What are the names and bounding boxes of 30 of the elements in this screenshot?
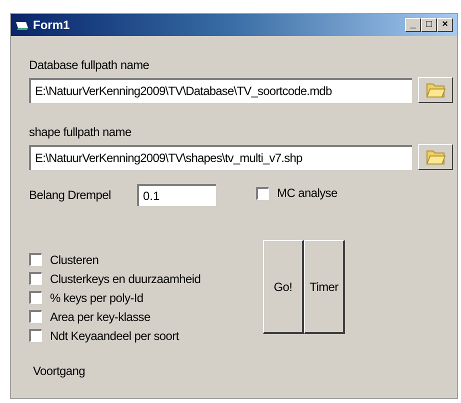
checkbox-label: Area per key-klasse bbox=[50, 310, 150, 322]
checkbox[interactable] bbox=[29, 310, 42, 323]
checkbox[interactable] bbox=[29, 329, 42, 342]
folder-icon bbox=[426, 82, 446, 98]
minimize-button[interactable]: _ bbox=[405, 18, 421, 32]
progress-label: Voortgang bbox=[33, 363, 86, 380]
path-field[interactable]: E:\NatuurVerKenning2009\TV\Database\TV_soortcode.mdb bbox=[29, 78, 412, 102]
action-button[interactable]: Timer bbox=[304, 240, 345, 334]
field-label: Belang Drempel bbox=[29, 187, 112, 204]
checkbox-label: Clusterkeys en duurzaamheid bbox=[50, 272, 201, 284]
checkbox-label: Clusteren bbox=[50, 254, 99, 266]
app-icon bbox=[15, 19, 29, 31]
checkbox[interactable] bbox=[29, 291, 42, 304]
action-button[interactable]: Go! bbox=[263, 240, 304, 334]
folder-icon bbox=[426, 149, 446, 165]
path-field[interactable]: E:\NatuurVerKenning2009\TV\shapes\tv_multi_v7.shp bbox=[29, 144, 412, 170]
checkbox-label: MC analyse bbox=[277, 187, 338, 199]
checkbox-label: % keys per poly-Id bbox=[50, 292, 144, 304]
browse-button[interactable] bbox=[418, 144, 453, 170]
field-label: shape fullpath name bbox=[29, 124, 132, 141]
close-button[interactable]: × bbox=[437, 18, 453, 32]
checkbox[interactable] bbox=[29, 253, 42, 266]
browse-button[interactable] bbox=[418, 77, 453, 103]
window-title: Form1 bbox=[33, 17, 70, 34]
checkbox[interactable] bbox=[29, 272, 42, 285]
maximize-button[interactable]: □ bbox=[421, 18, 437, 32]
threshold-field[interactable]: 0.1 bbox=[137, 184, 216, 206]
checkbox[interactable] bbox=[256, 186, 269, 200]
checkbox-label: Ndt Keyaandeel per soort bbox=[50, 330, 179, 342]
field-label: Database fullpath name bbox=[29, 57, 150, 74]
